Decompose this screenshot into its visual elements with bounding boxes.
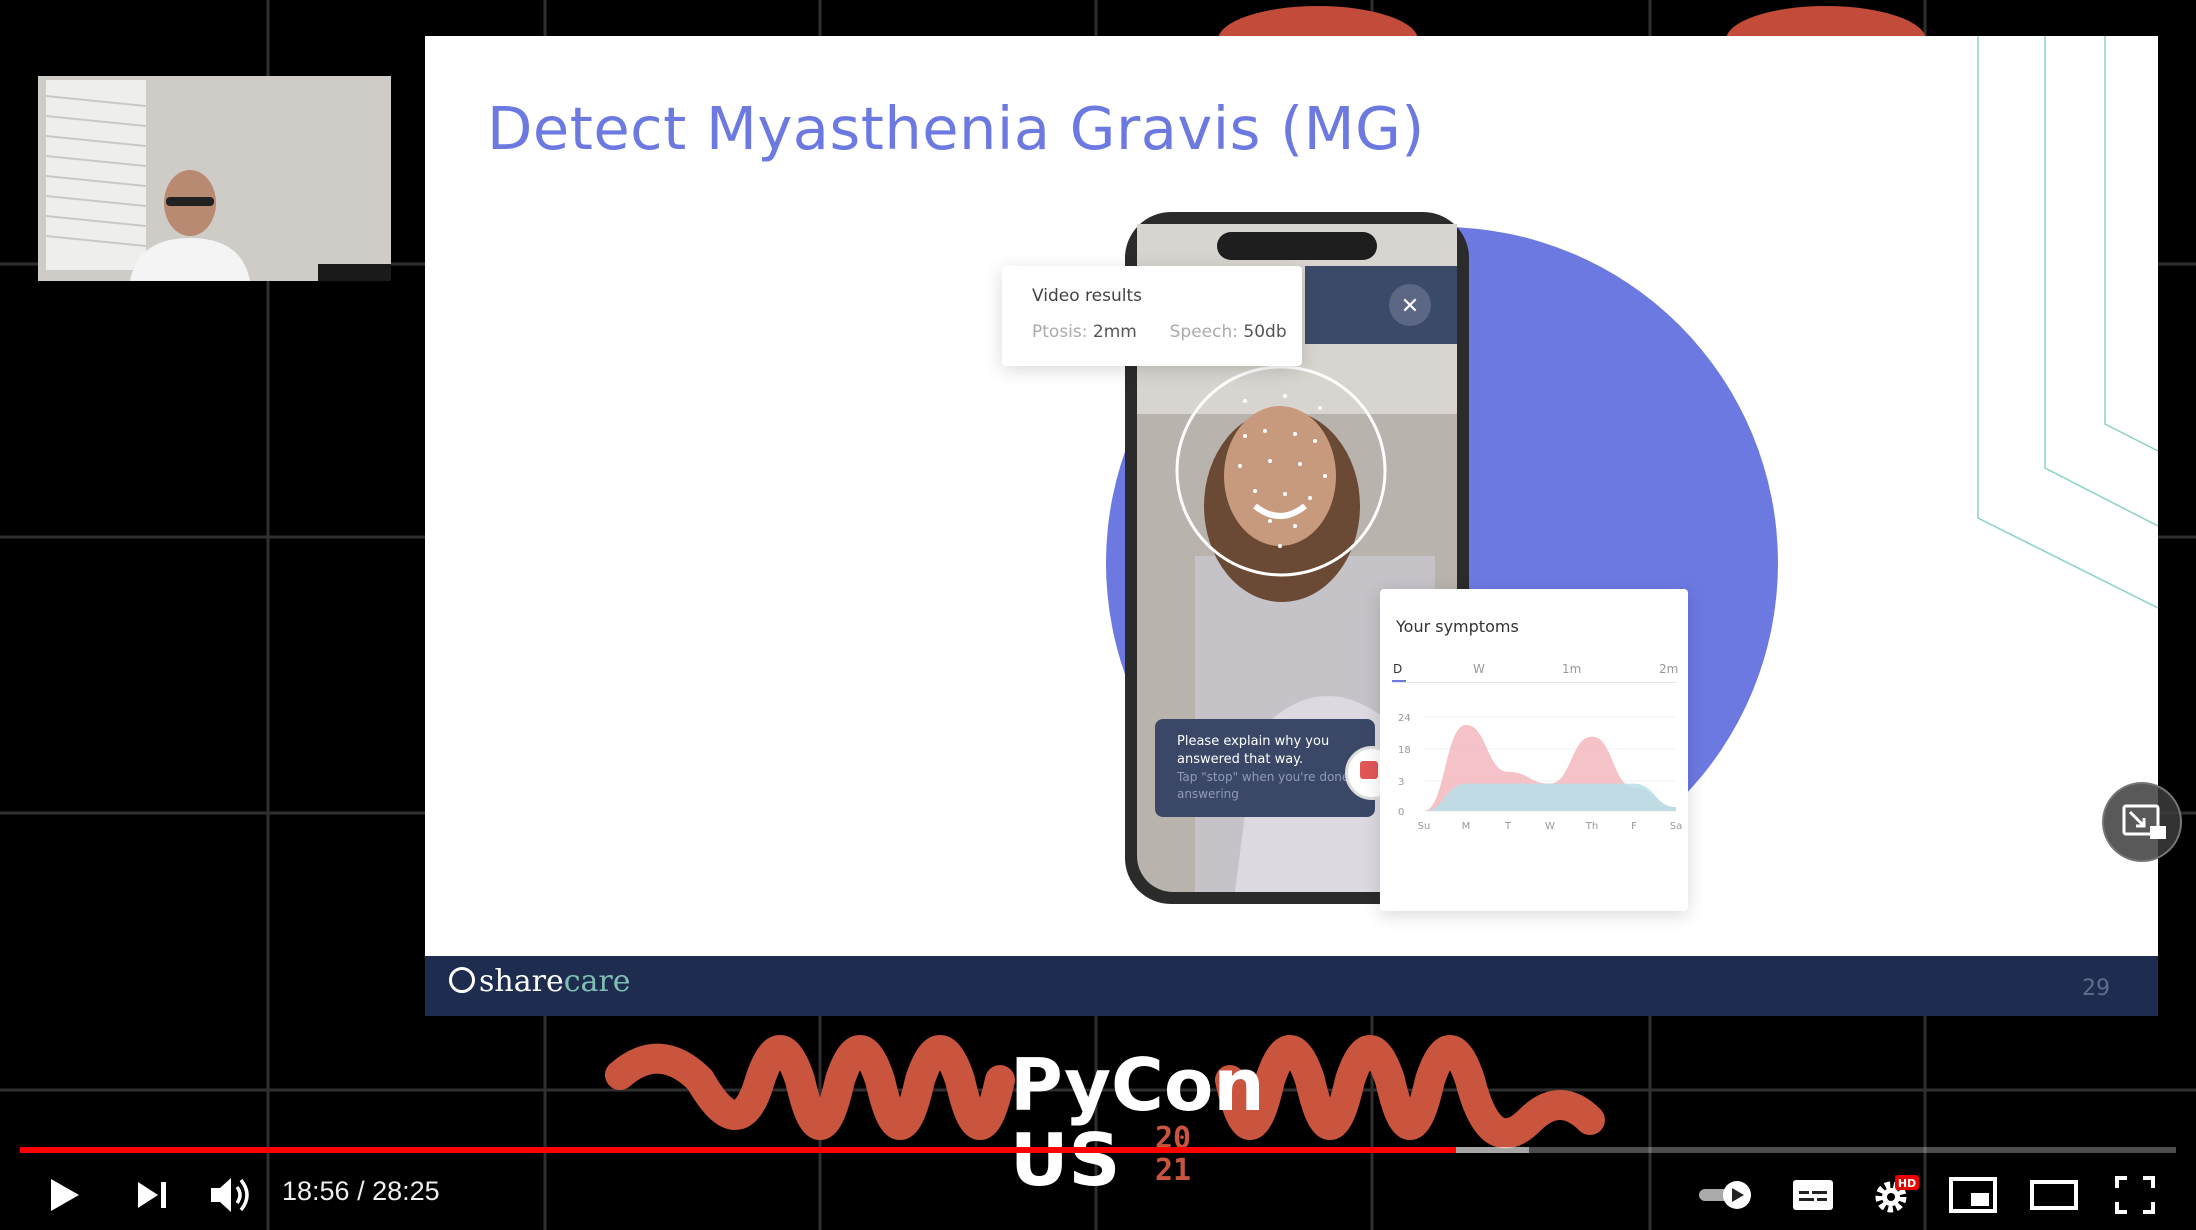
brand-suffix: care xyxy=(563,964,631,999)
svg-text:✕: ✕ xyxy=(1401,294,1419,319)
speech-value: 50db xyxy=(1243,322,1287,342)
video-results-values: Ptosis: 2mm Speech: 50db xyxy=(1032,322,1287,342)
skip-next-icon xyxy=(138,1182,166,1208)
fullscreen-button[interactable] xyxy=(2110,1170,2160,1220)
resize-icon xyxy=(2122,804,2166,839)
chart-x-tick-label: Th xyxy=(1585,821,1598,832)
video-results-title: Video results xyxy=(1032,286,1142,306)
answer-prompt-card: Please explain why you answered that way… xyxy=(1155,719,1375,817)
volume-button[interactable] xyxy=(204,1170,258,1220)
fullscreen-icon xyxy=(2115,1176,2155,1214)
time-display: 18:56 / 28:25 xyxy=(282,1176,440,1207)
theater-mode-icon xyxy=(2030,1180,2078,1210)
theater-mode-button[interactable] xyxy=(2028,1170,2080,1220)
chart-y-tick-label: 0 xyxy=(1398,807,1404,818)
progress-played xyxy=(20,1147,1456,1153)
sharecare-logo-icon xyxy=(449,967,475,993)
chart-y-tick-label: 18 xyxy=(1398,745,1411,756)
symptoms-card: Your symptoms D W 1m 2m 24 18 3 0 Su M T W Th F Sa xyxy=(1380,589,1688,911)
player-controls: 18:56 / 28:25 HD xyxy=(0,1160,2196,1230)
chart-x-tick-label: Su xyxy=(1418,821,1431,832)
miniplayer-icon xyxy=(1949,1177,1997,1213)
ptosis-label: Ptosis: xyxy=(1032,322,1088,342)
sharecare-logo: sharecare xyxy=(449,964,631,999)
gear-icon: HD xyxy=(1875,1175,1919,1213)
settings-button[interactable]: HD xyxy=(1870,1170,1920,1220)
progress-bar[interactable] xyxy=(20,1147,2176,1153)
brand-prefix: share xyxy=(479,964,564,999)
slide-footer: sharecare 29 xyxy=(425,956,2158,1016)
prompt-hint: Tap "stop" when you're done answering xyxy=(1177,770,1350,801)
symptoms-chart: 24 18 3 0 Su M T W Th F Sa xyxy=(1398,713,1682,832)
autoplay-toggle-icon xyxy=(1699,1181,1751,1209)
pycon-wordmark: PyCon xyxy=(1010,1043,1265,1127)
chart-x-tick-label: F xyxy=(1631,821,1637,832)
volume-icon xyxy=(211,1178,249,1212)
exit-resize-button[interactable] xyxy=(2102,782,2182,862)
presentation-slide: Detect Myasthenia Gravis (MG) ✕ Video re… xyxy=(425,36,2158,1016)
next-button[interactable] xyxy=(127,1170,177,1220)
subtitles-icon xyxy=(1793,1180,1833,1210)
hd-badge: HD xyxy=(1898,1177,1916,1190)
chart-y-tick-label: 3 xyxy=(1398,777,1404,788)
slide-page-number: 29 xyxy=(2082,976,2110,1001)
time-current: 18:56 xyxy=(282,1176,350,1206)
speech-label: Speech: xyxy=(1169,322,1238,342)
slide-illustration: ✕ xyxy=(1106,36,2158,904)
chart-y-tick-label: 24 xyxy=(1398,713,1411,724)
play-button[interactable] xyxy=(40,1170,90,1220)
time-total: 28:25 xyxy=(372,1176,440,1206)
chart-x-tick-label: M xyxy=(1462,821,1471,832)
chart-series-area-1 xyxy=(1424,783,1676,811)
record-stop-icon xyxy=(1360,761,1378,779)
miniplayer-button[interactable] xyxy=(1948,1170,1998,1220)
video-results-card: Video results Ptosis: 2mm Speech: 50db xyxy=(1002,266,1302,366)
ptosis-value: 2mm xyxy=(1092,322,1137,342)
time-separator: / xyxy=(349,1176,373,1206)
autoplay-toggle[interactable] xyxy=(1696,1170,1756,1220)
speaker-webcam xyxy=(38,76,391,281)
chart-x-tick-label: W xyxy=(1545,821,1555,832)
prompt-text: Please explain why you answered that way… xyxy=(1177,734,1330,767)
play-icon xyxy=(51,1179,79,1211)
chart-x-tick-label: Sa xyxy=(1670,821,1682,832)
subtitles-button[interactable] xyxy=(1790,1170,1836,1220)
chart-x-tick-label: T xyxy=(1504,821,1512,832)
